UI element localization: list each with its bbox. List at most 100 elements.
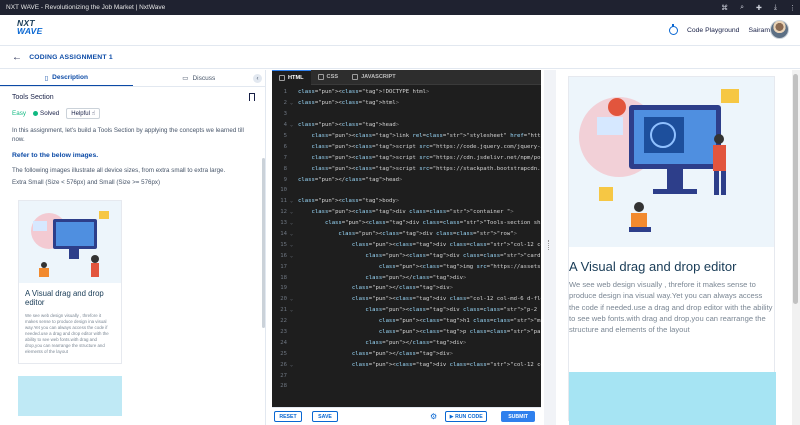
translate-icon[interactable]: ⌘ bbox=[721, 4, 728, 12]
fold-icon[interactable]: ⌄ bbox=[290, 231, 298, 237]
code-line[interactable]: 18 class="pun"></class="tag">div> bbox=[272, 272, 541, 283]
submit-button[interactable]: SUBMIT bbox=[501, 411, 536, 422]
line-number: 15 bbox=[280, 241, 287, 248]
line-text: class="pun"><class="tag">div class="col-… bbox=[351, 296, 541, 303]
tab-html[interactable]: HTML bbox=[272, 69, 311, 85]
line-number: 28 bbox=[280, 383, 287, 390]
preview-illustration-2 bbox=[569, 372, 776, 425]
code-line[interactable]: 9 class="pun"></class="tag">head> bbox=[272, 174, 541, 185]
device-sizes: Extra Small (Size < 576px) and Small (Si… bbox=[12, 179, 161, 187]
tab-css[interactable]: CSS bbox=[311, 70, 346, 85]
thumbs-up-icon: ☝ bbox=[91, 111, 96, 117]
code-line[interactable]: 19 class="pun"></class="tag">div> bbox=[272, 283, 541, 294]
code-line[interactable]: 22 class="pun"><class="tag">h1 class=cla… bbox=[272, 316, 541, 327]
window-titlebar: NXT WAVE - Revolutionizing the Job Marke… bbox=[0, 0, 800, 15]
line-number: 12 bbox=[280, 209, 287, 216]
line-number: 23 bbox=[280, 329, 287, 336]
panel-splitter[interactable] bbox=[544, 70, 556, 425]
streak-icon[interactable] bbox=[668, 24, 678, 35]
code-line[interactable]: 6 class="pun"><class="tag">script src="h… bbox=[272, 141, 541, 152]
line-number: 7 bbox=[283, 154, 287, 161]
left-scrollbar[interactable] bbox=[262, 158, 265, 328]
code-line[interactable]: 8 class="pun"><class="tag">script src="h… bbox=[272, 163, 541, 174]
line-text: class="pun"><class="tag">div class=class… bbox=[338, 231, 517, 238]
code-line[interactable]: 3 bbox=[272, 109, 541, 120]
line-text: class="pun"></class="tag">div> bbox=[365, 339, 467, 346]
code-line[interactable]: 27 bbox=[272, 370, 541, 381]
card-title: A Visual drag and drop editor bbox=[25, 289, 104, 308]
fold-icon[interactable]: ⌄ bbox=[290, 307, 298, 313]
code-line[interactable]: 11 ⌄ class="pun"><class="tag">body> bbox=[272, 196, 541, 207]
code-line[interactable]: 14 ⌄ class="pun"><class="tag">div class=c… bbox=[272, 229, 541, 240]
preview-scrollbar[interactable] bbox=[792, 70, 800, 425]
line-text: class="pun"><class="tag">script src="htt… bbox=[311, 165, 541, 172]
fold-icon[interactable]: ⌄ bbox=[290, 122, 298, 128]
code-line[interactable]: 16 ⌄ class="pun"><class="tag">div class=c… bbox=[272, 250, 541, 261]
fold-icon[interactable]: ⌄ bbox=[290, 198, 298, 204]
code-playground-link[interactable]: Code Playground bbox=[687, 27, 740, 34]
code-line[interactable]: 21 ⌄ class="pun"><class="tag">div class=c… bbox=[272, 305, 541, 316]
css-icon bbox=[317, 74, 324, 80]
settings-icon[interactable]: ⚙ bbox=[430, 412, 437, 421]
line-text: class="pun"><class="tag">div class=class… bbox=[365, 307, 541, 314]
back-arrow-icon[interactable]: ← bbox=[12, 52, 22, 63]
fold-icon[interactable]: ⌄ bbox=[290, 209, 298, 215]
user-name[interactable]: Sairam bbox=[748, 27, 770, 34]
tab-discuss[interactable]: ▭ Discuss bbox=[133, 70, 266, 86]
fold-icon[interactable]: ⌄ bbox=[290, 242, 298, 248]
assignment-bar: ← CODING ASSIGNMENT 1 bbox=[0, 46, 800, 69]
fold-icon[interactable]: ⌄ bbox=[290, 296, 298, 302]
line-text: class="pun"></class="tag">div> bbox=[351, 350, 453, 357]
code-area[interactable]: 1 class="pun"><class="tag">!DOCTYPE html>… bbox=[272, 87, 541, 398]
tab-description[interactable]: ▯ Description bbox=[0, 70, 133, 86]
code-line[interactable]: 28 bbox=[272, 381, 541, 392]
code-line[interactable]: 1 class="pun"><class="tag">!DOCTYPE html> bbox=[272, 87, 541, 98]
reference-image-xs: A Visual drag and drop editor We see web… bbox=[18, 200, 122, 365]
download-icon[interactable]: ⤓ bbox=[774, 4, 777, 12]
code-line[interactable]: 15 ⌄ class="pun"><class="tag">div class=c… bbox=[272, 239, 541, 250]
avatar[interactable] bbox=[770, 20, 789, 39]
reset-button[interactable]: RESET bbox=[274, 411, 302, 422]
line-text: class="pun"><class="tag">script src="htt… bbox=[311, 143, 541, 150]
code-line[interactable]: 10 bbox=[272, 185, 541, 196]
line-text: class="pun"><class="tag">div class=class… bbox=[311, 209, 514, 216]
preview-paragraph: We see web design visually , threfore it… bbox=[569, 280, 773, 335]
code-line[interactable]: 25 class="pun"></class="tag">div> bbox=[272, 348, 541, 359]
code-line[interactable]: 26 ⌄ class="pun"><class="tag">div class=c… bbox=[272, 359, 541, 370]
bookmark-icon[interactable] bbox=[249, 93, 255, 101]
preview-illustration bbox=[569, 77, 774, 247]
fold-icon[interactable]: ⌄ bbox=[290, 220, 298, 226]
save-button[interactable]: SAVE bbox=[312, 411, 338, 422]
search-icon[interactable]: ⌕ bbox=[740, 4, 744, 12]
line-number: 26 bbox=[280, 361, 287, 368]
fold-icon[interactable]: ⌄ bbox=[290, 253, 298, 259]
code-line[interactable]: 20 ⌄ class="pun"><class="tag">div class="… bbox=[272, 294, 541, 305]
code-line[interactable]: 5 class="pun"><class="tag">link rel=clas… bbox=[272, 131, 541, 142]
extensions-icon[interactable]: ✚ bbox=[756, 4, 762, 12]
nxtwave-logo[interactable]: NXT WAVE bbox=[17, 19, 43, 36]
code-line[interactable]: 23 class="pun"><class="tag">p class=clas… bbox=[272, 327, 541, 338]
code-line[interactable]: 24 class="pun"></class="tag">div> bbox=[272, 337, 541, 348]
status-badge: Solved bbox=[33, 110, 59, 117]
tab-javascript[interactable]: JAVASCRIPT bbox=[345, 70, 403, 85]
code-line[interactable]: 13 ⌄ class="pun"><class="tag">div class=c… bbox=[272, 218, 541, 229]
code-line[interactable]: 7 class="pun"><class="tag">script src="h… bbox=[272, 152, 541, 163]
line-number: 21 bbox=[280, 307, 287, 314]
helpful-button[interactable]: Helpful ☝ bbox=[66, 108, 101, 119]
code-line[interactable]: 17 class="pun"><class="tag">img src="htt… bbox=[272, 261, 541, 272]
menu-icon[interactable]: ⋮ bbox=[789, 4, 796, 12]
fold-icon[interactable]: ⌄ bbox=[290, 100, 298, 106]
line-number: 13 bbox=[280, 220, 287, 227]
collapse-panel-button[interactable]: ‹ bbox=[253, 74, 262, 83]
code-line[interactable]: 2 ⌄ class="pun"><class="tag">html> bbox=[272, 98, 541, 109]
fold-icon[interactable]: ⌄ bbox=[290, 362, 298, 368]
window-title: NXT WAVE - Revolutionizing the Job Marke… bbox=[6, 4, 166, 11]
line-number: 20 bbox=[280, 296, 287, 303]
line-text: class="pun"><class="tag">script src="htt… bbox=[311, 154, 541, 161]
run-code-button[interactable]: ▶ RUN CODE bbox=[445, 411, 488, 422]
code-line[interactable]: 4 ⌄ class="pun"><class="tag">head> bbox=[272, 120, 541, 131]
line-number: 9 bbox=[283, 176, 287, 183]
code-editor: HTML CSS JAVASCRIPT 1 class="pun"><class=… bbox=[272, 69, 541, 425]
code-line[interactable]: 12 ⌄ class="pun"><class="tag">div class=c… bbox=[272, 207, 541, 218]
problem-title: Tools Section bbox=[12, 94, 54, 101]
